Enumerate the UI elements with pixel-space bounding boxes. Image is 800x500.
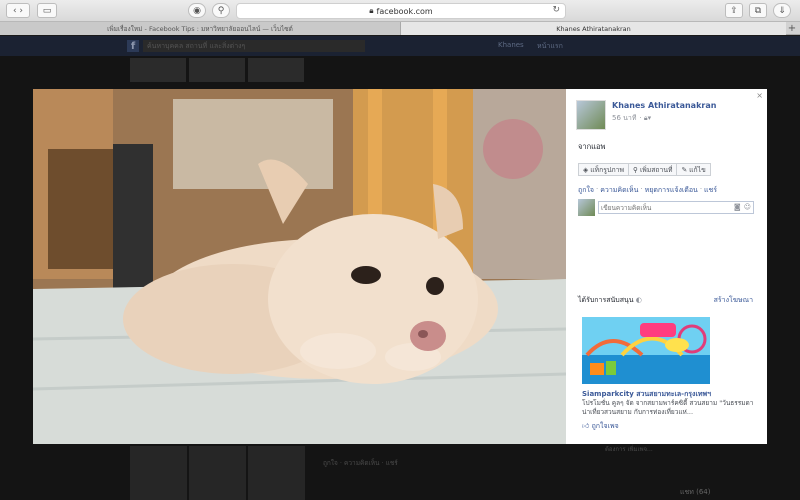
- pencil-icon: ✎: [681, 165, 688, 174]
- background-thumb: [248, 58, 304, 82]
- thumbs-up-icon: 👍︎: [582, 422, 590, 430]
- url-text: facebook.com: [376, 6, 433, 16]
- share-link[interactable]: แชร์: [704, 185, 717, 196]
- download-icon[interactable]: ⇓: [773, 3, 791, 18]
- stop-notifications-link[interactable]: หยุดการแจ้งเตือน: [645, 185, 698, 196]
- ad-image[interactable]: [582, 317, 710, 384]
- ad-like-page-button[interactable]: 👍︎ ถูกใจเพจ: [582, 421, 619, 432]
- separator: ·: [699, 185, 703, 193]
- dog-photo-image: [33, 89, 566, 444]
- background-post-actions: ถูกใจ · ความคิดเห็น · แชร์: [323, 459, 398, 467]
- comment-composer: ◙ ☺: [578, 198, 754, 217]
- mask-icon[interactable]: ◉: [188, 3, 206, 18]
- ad-like-label: ถูกใจเพจ: [591, 422, 619, 430]
- chat-bar: แชท (64): [680, 488, 711, 496]
- header-home-link: หน้าแรก: [537, 42, 563, 50]
- sponsored-text: ได้รับการสนับสนุน: [578, 296, 634, 304]
- add-location-button[interactable]: ⚲ เพิ่มสถานที่: [627, 163, 678, 176]
- tab-title: Khanes Athiratanakran: [556, 24, 631, 33]
- close-icon[interactable]: ×: [756, 91, 763, 100]
- facebook-header: f ค้นหาบุคคล สถานที่ และสิ่งต่างๆ Khanes…: [0, 36, 800, 56]
- lightbox-photo[interactable]: [33, 89, 566, 444]
- sponsored-label: ได้รับการสนับสนุน ◐: [578, 295, 642, 306]
- waterpark-illustration: [582, 317, 710, 384]
- author-avatar[interactable]: [576, 100, 606, 130]
- tab-profile[interactable]: Khanes Athiratanakran: [400, 22, 786, 35]
- add-location-label: เพิ่มสถานที่: [639, 166, 673, 174]
- tag-photo-label: แท็กรูปภาพ: [590, 166, 624, 174]
- comment-icons: ◙ ☺: [734, 203, 751, 211]
- photo-caption: จากแอพ: [578, 142, 606, 151]
- reload-icon[interactable]: ↻: [552, 5, 560, 15]
- author-name-link[interactable]: Khanes Athiratanakran: [612, 101, 716, 110]
- separator: ·: [640, 185, 643, 193]
- facebook-logo-icon: f: [127, 40, 139, 52]
- comment-input[interactable]: [598, 201, 754, 214]
- background-thumb: [189, 58, 245, 82]
- edit-button[interactable]: ✎ แก้ไข: [676, 163, 711, 176]
- background-thumbnails: [130, 58, 304, 82]
- header-user-name: Khanes: [498, 41, 524, 49]
- sidebar-toggle-button[interactable]: ▭: [37, 3, 57, 18]
- background-thumb: [130, 58, 186, 82]
- privacy-lock-icon[interactable]: · 🔒︎▾: [639, 114, 651, 123]
- location-pin-icon: ⚲: [632, 165, 638, 174]
- lock-icon: 🔒︎: [369, 6, 374, 15]
- tab-facebook-tips[interactable]: เพิ่มเรื่องใหม่ - Facebook Tips : มหาวิท…: [0, 22, 400, 35]
- tab-bar: เพิ่มเรื่องใหม่ - Facebook Tips : มหาวิท…: [0, 22, 800, 35]
- background-photos: [130, 446, 305, 500]
- tabs-icon[interactable]: ⧉: [749, 3, 767, 18]
- like-link[interactable]: ถูกใจ: [578, 185, 594, 196]
- camera-icon[interactable]: ◙: [734, 203, 741, 211]
- comment-link[interactable]: ความคิดเห็น: [600, 185, 638, 196]
- facebook-search-input: ค้นหาบุคคล สถานที่ และสิ่งต่างๆ: [143, 40, 365, 52]
- background-right-text: ต้องการ เพิ่มเพจ...: [605, 446, 653, 453]
- back-button[interactable]: ‹ ›: [6, 3, 30, 18]
- commenter-avatar: [578, 199, 595, 216]
- tab-title: เพิ่มเรื่องใหม่ - Facebook Tips : มหาวิท…: [107, 24, 293, 33]
- emoji-icon[interactable]: ☺: [744, 203, 751, 211]
- share-icon[interactable]: ⇪: [725, 3, 743, 18]
- new-tab-button[interactable]: +: [786, 22, 798, 35]
- edit-label: แก้ไข: [689, 166, 706, 174]
- tag-icon: ◈: [583, 165, 589, 174]
- ad-description: โปรโมชั่น คูลๆ จัด จากสยามพาร์คซิตี้ สวน…: [582, 399, 754, 416]
- post-links: ถูกใจ · ความคิดเห็น · หยุดการแจ้งเตือน · แช…: [578, 185, 717, 196]
- tag-photo-button[interactable]: ◈ แท็กรูปภาพ: [578, 163, 629, 176]
- ad-choices-icon[interactable]: ◐: [636, 296, 642, 304]
- create-ad-link[interactable]: สร้างโฆษณา: [714, 295, 753, 306]
- browser-toolbar: ‹ › ▭ ◉ ⚲ 🔒︎ facebook.com ↻ ⇪ ⧉ ⇓: [0, 0, 800, 22]
- lightbox-side-panel: × Khanes Athiratanakran 56 นาที · 🔒︎▾ จา…: [566, 89, 767, 444]
- post-time[interactable]: 56 นาที: [612, 113, 636, 124]
- bulb-icon[interactable]: ⚲: [212, 3, 230, 18]
- photo-actions: ◈ แท็กรูปภาพ ⚲ เพิ่มสถานที่ ✎ แก้ไข: [578, 163, 711, 176]
- separator: ·: [596, 185, 599, 193]
- post-meta: 56 นาที · 🔒︎▾: [612, 113, 651, 124]
- address-bar[interactable]: 🔒︎ facebook.com ↻: [236, 3, 566, 19]
